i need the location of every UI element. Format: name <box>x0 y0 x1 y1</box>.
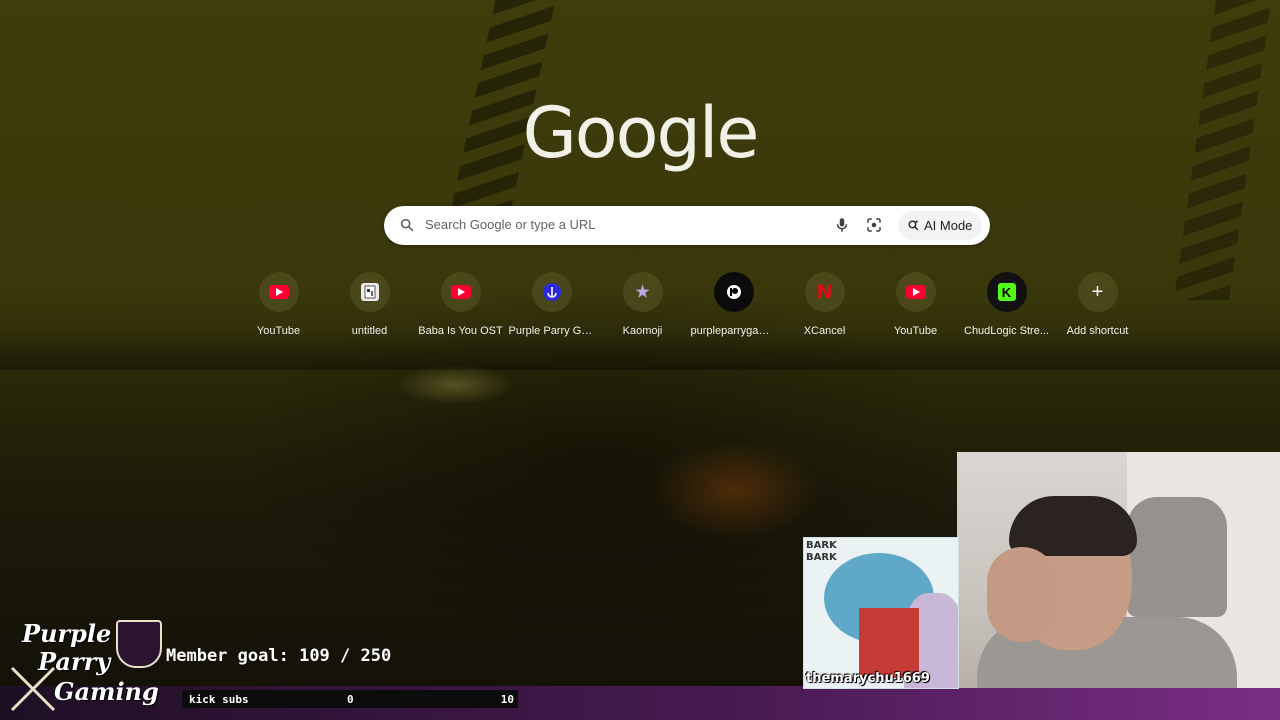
document-icon <box>360 283 379 301</box>
kick-subs-bar: kick subs 0 10 <box>182 690 518 708</box>
add-shortcut-button[interactable]: + Add shortcut <box>1052 272 1143 337</box>
ai-mode-label: AI Mode <box>924 218 973 233</box>
ai-search-icon <box>908 220 919 231</box>
search-icon <box>400 218 414 232</box>
fan-art-caption: BARK BARK <box>806 540 837 563</box>
shortcut-xcancel[interactable]: N XCancel <box>779 272 870 337</box>
plus-icon: + <box>1091 280 1104 303</box>
shortcut-tile[interactable] <box>349 272 390 312</box>
shortcuts-row: YouTube untitled Baba Is You OST Purple … <box>233 272 1143 337</box>
kaomoji-icon: ★ <box>635 284 650 301</box>
member-goal-separator: / <box>340 646 351 666</box>
fan-art-handle: themarychu1669 <box>806 671 930 686</box>
shortcut-label: Add shortcut <box>1066 325 1129 337</box>
member-goal: Member goal: 109 / 250 <box>166 646 391 666</box>
background-glow <box>650 440 820 540</box>
youtube-icon <box>905 285 926 299</box>
shortcut-label: untitled <box>351 325 388 337</box>
kick-icon: K <box>997 283 1016 301</box>
purple-parry-icon <box>542 283 561 301</box>
shortcut-tile[interactable] <box>258 272 299 312</box>
netflix-n-icon: N <box>816 281 833 303</box>
shortcut-label: Purple Parry Ga... <box>508 325 595 337</box>
youtube-icon <box>268 285 289 299</box>
shortcut-chudlogic-stream[interactable]: K ChudLogic Stre... <box>961 272 1052 337</box>
shortcut-tile[interactable]: N <box>804 272 845 312</box>
webcam-chair <box>1127 497 1227 617</box>
shortcut-purple-parry-gaming[interactable]: Purple Parry Ga... <box>506 272 597 337</box>
member-goal-label: Member goal: <box>166 646 289 666</box>
shortcut-label: purpleparrygam... <box>690 325 777 337</box>
shortcut-tile[interactable]: + <box>1077 272 1118 312</box>
shortcut-baba-is-you-ost[interactable]: Baba Is You OST <box>415 272 506 337</box>
fan-art-scarf <box>859 608 919 678</box>
shortcut-tile[interactable]: ★ <box>622 272 663 312</box>
kick-subs-label: kick subs <box>189 693 249 706</box>
shortcut-tile[interactable] <box>440 272 481 312</box>
shortcut-youtube-2[interactable]: YouTube <box>870 272 961 337</box>
webcam-person-hand <box>987 547 1057 642</box>
google-logo: Google <box>522 92 760 174</box>
shortcut-tile[interactable] <box>713 272 754 312</box>
channel-logo: Purple Parry Gaming <box>8 618 164 716</box>
shortcut-label: YouTube <box>256 325 301 337</box>
shortcut-purpleparrygaming-patreon[interactable]: purpleparrygam... <box>688 272 779 337</box>
shortcut-kaomoji[interactable]: ★ Kaomoji <box>597 272 688 337</box>
background-light <box>395 365 515 405</box>
kick-subs-target: 10 <box>500 693 514 706</box>
fan-art-panel: BARK BARK themarychu1669 <box>803 537 959 689</box>
channel-logo-line-3: Gaming <box>54 677 159 706</box>
shortcut-label: YouTube <box>893 325 938 337</box>
shortcut-untitled[interactable]: untitled <box>324 272 415 337</box>
member-goal-target: 250 <box>360 646 392 666</box>
kick-subs-current: 0 <box>347 693 354 706</box>
patreon-icon <box>726 285 741 299</box>
google-lens-icon[interactable] <box>865 216 883 234</box>
shortcut-label: ChudLogic Stre... <box>964 325 1049 337</box>
youtube-icon <box>450 285 471 299</box>
shield-icon <box>116 620 162 668</box>
search-box[interactable]: Search Google or type a URL AI Mode <box>384 206 990 245</box>
search-input[interactable]: Search Google or type a URL <box>425 217 596 232</box>
member-goal-current: 109 <box>299 646 330 666</box>
shortcut-tile[interactable] <box>531 272 572 312</box>
shortcut-label: Baba Is You OST <box>418 325 503 337</box>
ai-mode-button[interactable]: AI Mode <box>898 211 983 240</box>
channel-logo-line-1: Purple <box>22 619 112 648</box>
shortcut-tile[interactable]: K <box>986 272 1027 312</box>
shortcut-tile[interactable] <box>895 272 936 312</box>
crossed-swords-icon <box>10 666 56 712</box>
webcam-feed <box>957 452 1280 688</box>
microphone-icon[interactable] <box>833 216 851 234</box>
shortcut-label: Kaomoji <box>622 325 663 337</box>
shortcut-youtube[interactable]: YouTube <box>233 272 324 337</box>
shortcut-label: XCancel <box>803 325 846 337</box>
